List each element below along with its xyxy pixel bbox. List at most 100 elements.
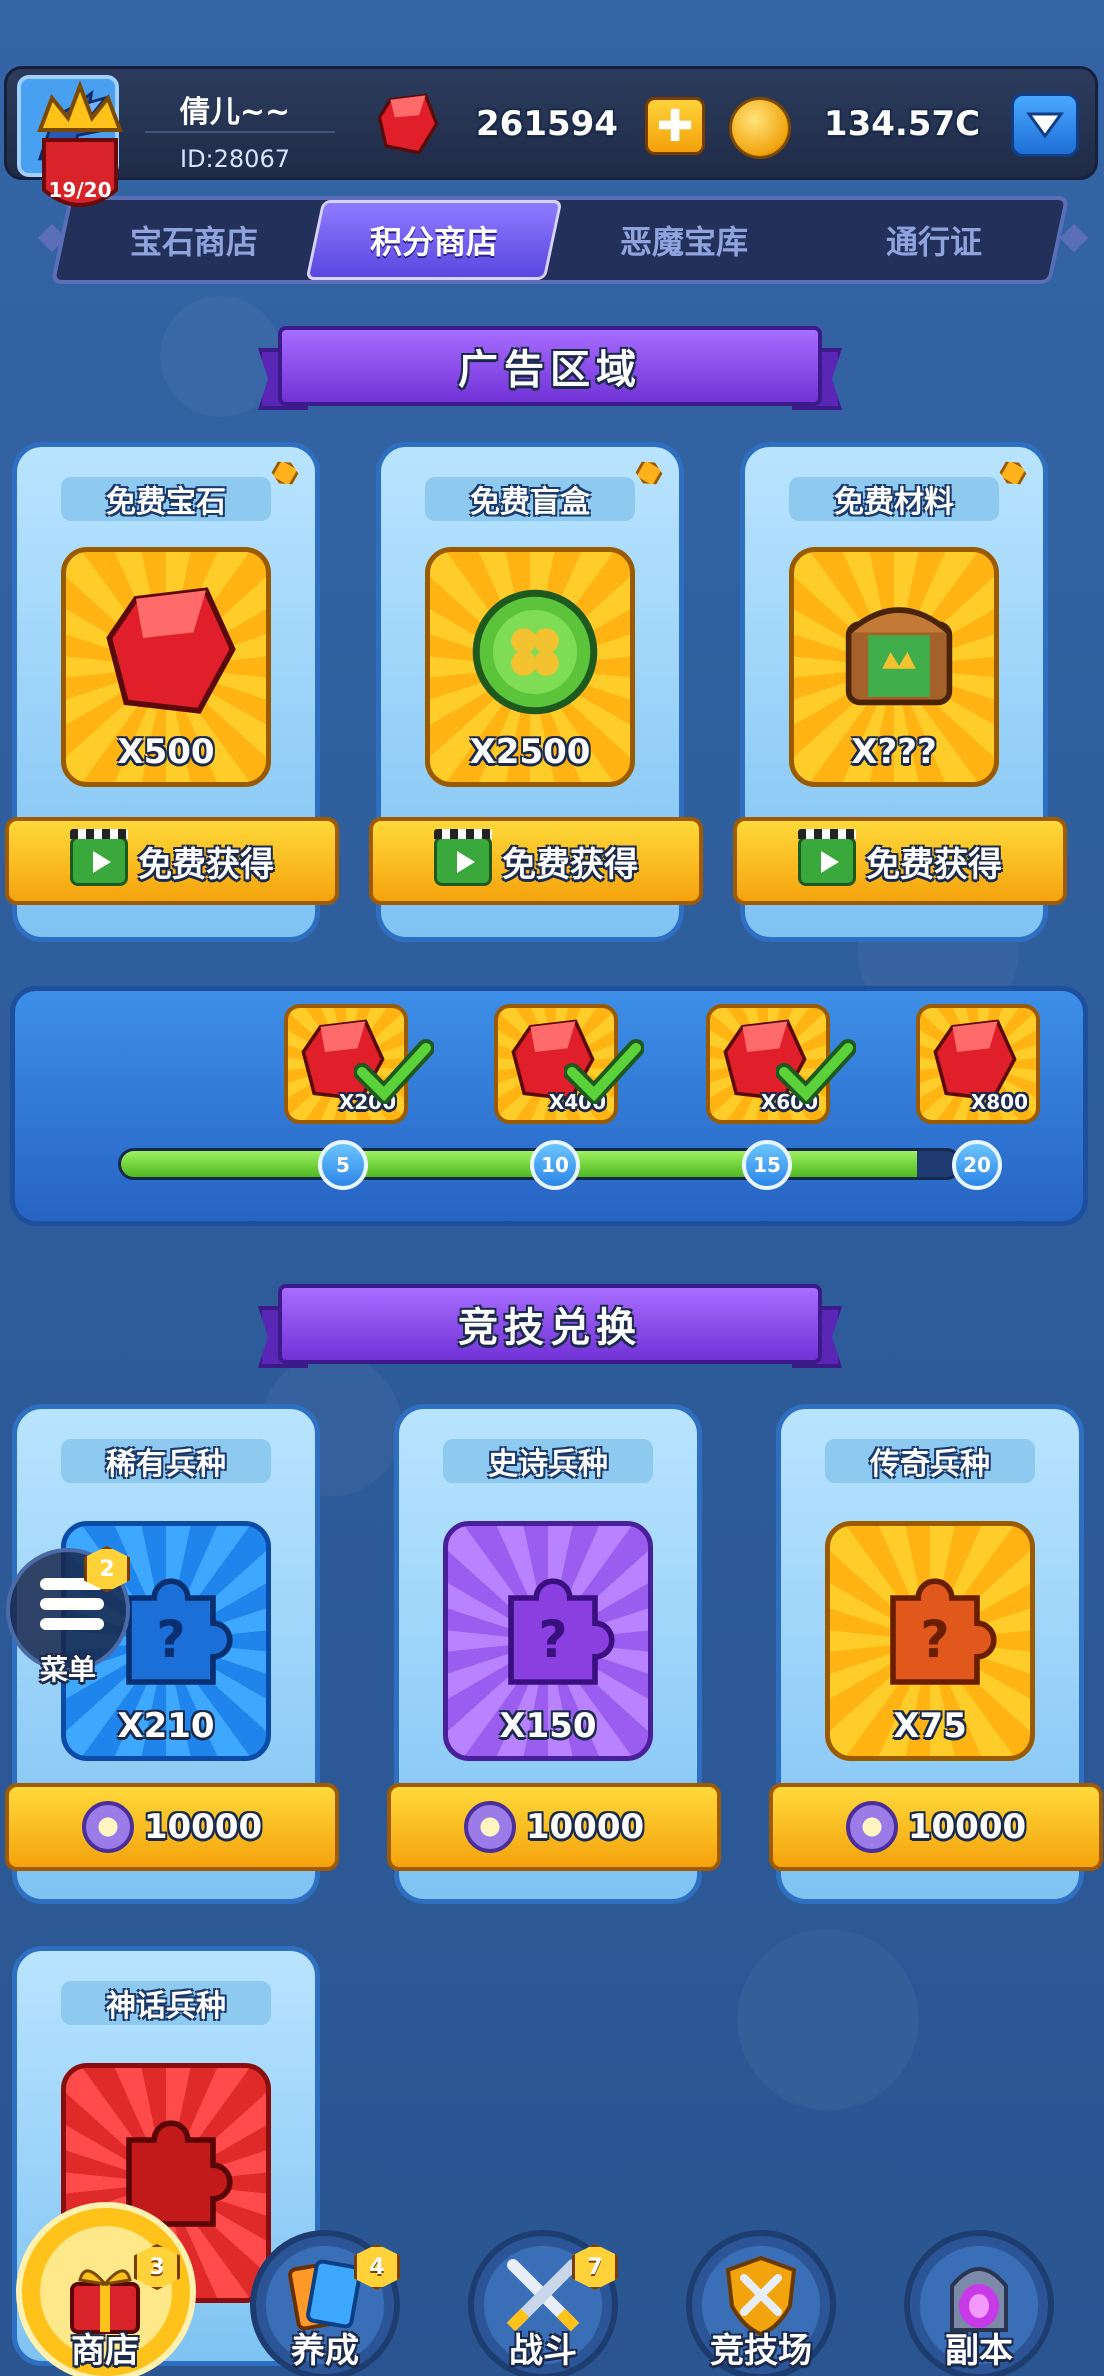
item-quantity: X210 bbox=[117, 1706, 215, 1746]
nav-arena[interactable]: 竞技场 bbox=[676, 2230, 846, 2376]
exchange-button[interactable]: 10000 bbox=[769, 1783, 1103, 1871]
milestone-reward[interactable]: X800 bbox=[916, 1004, 1040, 1124]
red-gem-icon bbox=[377, 93, 439, 155]
ribbon: 竞技兑换 bbox=[278, 1284, 822, 1364]
tab-label: 宝石商店 bbox=[129, 223, 258, 261]
free-get-button[interactable]: 免费获得 bbox=[369, 817, 703, 905]
ad-section-banner: 广告区域 bbox=[258, 326, 842, 416]
expand-resources-button[interactable] bbox=[1011, 93, 1079, 157]
card-title-text: 免费材料 bbox=[834, 485, 954, 520]
free-get-button[interactable]: 免费获得 bbox=[5, 817, 339, 905]
video-ad-icon bbox=[798, 829, 856, 886]
price-label: 10000 bbox=[907, 1807, 1027, 1847]
item-box: X??? bbox=[789, 547, 999, 787]
button-label: 免费获得 bbox=[138, 844, 274, 885]
milestone-marker: 10 bbox=[530, 1140, 580, 1190]
notification-dot bbox=[633, 457, 666, 490]
card-title-text: 史诗兵种 bbox=[488, 1447, 608, 1482]
milestone-marker: 15 bbox=[742, 1140, 792, 1190]
nav-dungeon[interactable]: 副本 bbox=[894, 2230, 1064, 2376]
coin-count: 134.57C bbox=[823, 104, 981, 144]
shop-tabs: 宝石商店 积分商店 恶魔宝库 通行证 bbox=[50, 196, 1070, 284]
card-title: 免费材料 bbox=[789, 477, 999, 521]
nav-label: 副本 bbox=[945, 2331, 1013, 2371]
milestone-reward[interactable]: X600 bbox=[706, 1004, 856, 1124]
player-name: 倩儿~~ bbox=[179, 95, 291, 130]
exchange-button[interactable]: 10000 bbox=[387, 1783, 721, 1871]
item-quantity: X150 bbox=[499, 1706, 597, 1746]
bottom-navigation: 3 商店 4 养成 7 战斗 竞技场 副本 bbox=[0, 2202, 1104, 2376]
tab-label: 恶魔宝库 bbox=[619, 223, 748, 261]
reward-quantity: X800 bbox=[970, 1090, 1028, 1114]
price-label: 10000 bbox=[143, 1807, 263, 1847]
checkmark-icon bbox=[354, 1039, 434, 1104]
tab-pass[interactable]: 通行证 bbox=[805, 200, 1062, 280]
card-title: 史诗兵种 bbox=[443, 1439, 653, 1483]
plus-icon: ✚ bbox=[656, 100, 694, 152]
free-blind-box-card: 免费盲盒 X2500 免费获得 bbox=[369, 442, 703, 942]
tab-demon-vault[interactable]: 恶魔宝库 bbox=[555, 200, 812, 280]
player-info: 倩儿~~ ID:28067 bbox=[125, 75, 345, 177]
svg-text:?: ? bbox=[538, 1610, 567, 1669]
item-quantity: X75 bbox=[893, 1706, 967, 1746]
card-title: 传奇兵种 bbox=[825, 1439, 1035, 1483]
milestone-reward[interactable]: X200 bbox=[284, 1004, 434, 1124]
checkmark-icon bbox=[564, 1039, 644, 1104]
exchange-section-banner: 竞技兑换 bbox=[258, 1284, 842, 1374]
video-ad-icon bbox=[70, 829, 128, 886]
svg-text:?: ? bbox=[920, 1610, 949, 1669]
milestone-marker: 20 bbox=[952, 1140, 1002, 1190]
red-gem-icon bbox=[106, 587, 236, 714]
legendary-unit-card: 传奇兵种 ? X75 10000 bbox=[769, 1404, 1103, 1904]
player-id: ID:28067 bbox=[180, 145, 290, 173]
notification-dot bbox=[269, 457, 302, 490]
svg-text:?: ? bbox=[156, 1610, 185, 1669]
top-resource-bar: 倩儿~~ ID:28067 261594 ✚ 134.57C bbox=[4, 66, 1098, 180]
milestone-reward[interactable]: X400 bbox=[494, 1004, 644, 1124]
card-title-text: 免费盲盒 bbox=[470, 485, 590, 520]
item-quantity: X??? bbox=[851, 732, 937, 772]
checkmark-icon bbox=[776, 1039, 856, 1104]
ribbon: 广告区域 bbox=[278, 326, 822, 406]
puzzle-piece-icon: ? bbox=[890, 1578, 997, 1685]
card-title-text: 传奇兵种 bbox=[870, 1447, 990, 1482]
nav-battle[interactable]: 7 战斗 bbox=[458, 2230, 628, 2376]
milestone-marker: 5 bbox=[318, 1140, 368, 1190]
item-quantity: X500 bbox=[117, 732, 215, 772]
chevron-down-icon bbox=[1026, 112, 1064, 139]
gem-count: 261594 bbox=[476, 104, 618, 144]
menu-label: 菜单 bbox=[39, 1653, 96, 1686]
free-get-button[interactable]: 免费获得 bbox=[733, 817, 1067, 905]
notification-dot bbox=[997, 457, 1030, 490]
nav-upgrade[interactable]: 4 养成 bbox=[240, 2230, 410, 2376]
arena-point-icon bbox=[463, 1801, 516, 1853]
progress-count: 19/20 bbox=[48, 178, 112, 202]
price-label: 10000 bbox=[525, 1807, 645, 1847]
arena-point-icon bbox=[845, 1801, 898, 1853]
floating-menu-button[interactable]: 菜单 2 bbox=[6, 1546, 130, 1686]
free-material-card: 免费材料 X??? 免费获得 bbox=[733, 442, 1067, 942]
nav-label: 养成 bbox=[291, 2331, 359, 2371]
exchange-button[interactable]: 10000 bbox=[5, 1783, 339, 1871]
free-gem-card: 免费宝石 X500 免费获得 bbox=[5, 442, 339, 942]
button-label: 免费获得 bbox=[866, 844, 1002, 885]
item-box: ? X75 bbox=[825, 1521, 1035, 1761]
nav-label: 战斗 bbox=[509, 2331, 577, 2371]
add-gems-button[interactable]: ✚ bbox=[645, 97, 705, 155]
nav-shop[interactable]: 3 商店 bbox=[16, 2202, 196, 2376]
nav-label: 商店 bbox=[71, 2331, 139, 2371]
card-title-text: 免费宝石 bbox=[106, 485, 226, 520]
button-label: 免费获得 bbox=[502, 844, 638, 885]
tab-label: 通行证 bbox=[885, 223, 982, 261]
gold-coin-icon bbox=[729, 97, 791, 159]
card-title: 稀有兵种 bbox=[61, 1439, 271, 1483]
card-title: 免费宝石 bbox=[61, 477, 271, 521]
tab-points-shop[interactable]: 积分商店 bbox=[305, 200, 563, 280]
card-title-text: 稀有兵种 bbox=[106, 1447, 226, 1482]
progress-fill bbox=[121, 1151, 918, 1177]
hamburger-icon bbox=[40, 1578, 104, 1638]
epic-unit-card: 史诗兵种 ? X150 10000 bbox=[387, 1404, 721, 1904]
clover-coin-icon bbox=[472, 589, 598, 715]
item-box: X2500 bbox=[425, 547, 635, 787]
item-box: X500 bbox=[61, 547, 271, 787]
